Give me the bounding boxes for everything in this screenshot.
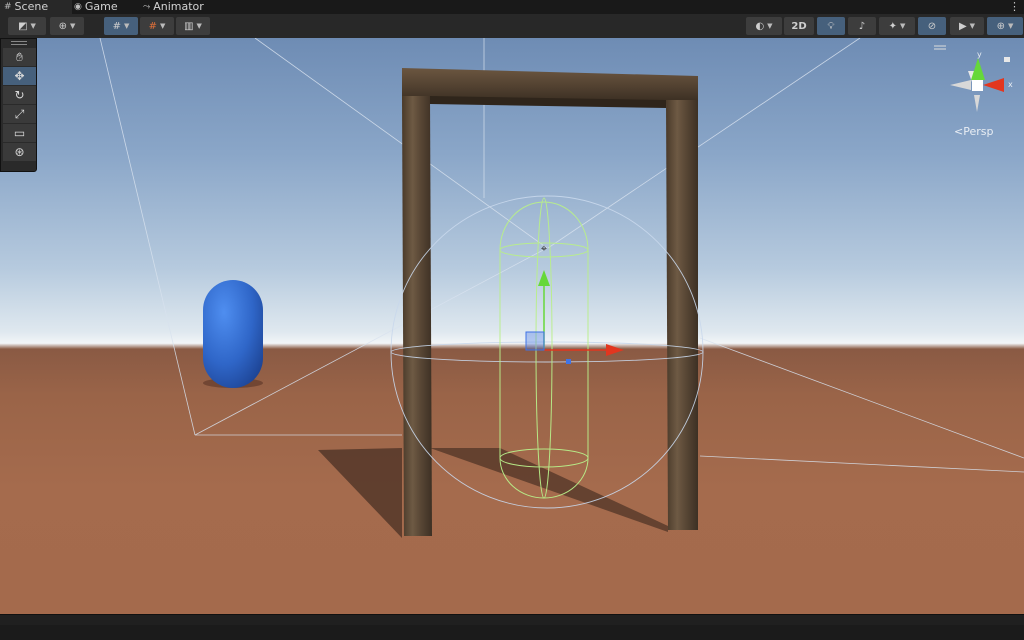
- tab-game-label: Game: [84, 0, 118, 13]
- transform-icon: ⊛: [14, 145, 25, 159]
- globe-icon: ⊕: [58, 20, 67, 32]
- tab-animator-label: Animator: [153, 0, 204, 13]
- chevron-down-icon: ▼: [1008, 22, 1014, 30]
- chevron-down-icon: ▼: [124, 22, 130, 30]
- grid-visibility-icon: ▥: [184, 20, 194, 32]
- door-shadow-left: [318, 448, 402, 538]
- snap-increment-icon: #: [148, 20, 157, 32]
- rotate-tool-button[interactable]: ↻: [3, 86, 36, 104]
- projection-label: Persp: [963, 125, 994, 138]
- speaker-icon: ♪: [858, 20, 866, 32]
- chevron-down-icon: ▼: [70, 22, 76, 30]
- bottom-panel-bar: [0, 614, 1024, 640]
- gamepad-icon: ◉: [74, 2, 82, 12]
- gizmo-neg-x-cone[interactable]: [950, 80, 971, 90]
- camera-icon: ▶: [958, 20, 967, 32]
- gizmo-y-label: y: [977, 50, 982, 59]
- gizmo-x-cone[interactable]: [983, 78, 1004, 92]
- tab-game[interactable]: ◉ Game: [74, 0, 134, 14]
- pivot-icon: ⌖: [541, 242, 547, 255]
- bottom-panel-strip: [0, 625, 1024, 640]
- move-arrows-icon: ✥: [14, 69, 25, 83]
- hand-tool-button[interactable]: ✋︎: [3, 48, 36, 66]
- orientation-gizmo[interactable]: [934, 45, 1010, 112]
- effects-icon: ✦: [888, 20, 897, 32]
- move-tool-button[interactable]: ✥: [3, 67, 36, 85]
- gizmos-globe-icon: ⊕: [996, 20, 1005, 32]
- xy-plane-handle[interactable]: [525, 331, 545, 351]
- grid-snap-icon: #: [112, 20, 121, 32]
- z-axis-handle[interactable]: [566, 359, 571, 364]
- gizmos-dropdown[interactable]: ⊕ ▼: [987, 17, 1023, 35]
- projection-toggle[interactable]: <Persp: [954, 125, 993, 138]
- scene-visibility-toggle[interactable]: ⊘: [918, 17, 946, 35]
- camera-settings-dropdown[interactable]: ▶ ▼: [950, 17, 984, 35]
- chevron-down-icon: ▼: [900, 22, 906, 30]
- two-d-toggle[interactable]: 2D: [784, 17, 814, 35]
- transform-tool-button[interactable]: ⊛: [3, 143, 36, 161]
- global-local-dropdown[interactable]: ⊕ ▼: [50, 17, 84, 35]
- scene-viewport[interactable]: ⌖: [0, 38, 1024, 614]
- chevron-down-icon: ▼: [30, 22, 36, 30]
- audio-toggle[interactable]: ♪: [848, 17, 876, 35]
- gizmo-x-label: x: [1008, 80, 1013, 89]
- draw-mode-icon: ◩: [18, 20, 28, 32]
- chevron-down-icon: ▼: [196, 22, 202, 30]
- scene-toolbar: ◩ ▼ ⊕ ▼ # ▼ # ▼ ▥ ▼ ◐ ▼ 2D 💡︎ ♪ ✦ ▼ ⊘ ▶ ▼ ⊕ ▼: [0, 14, 1024, 39]
- eye-slash-icon: ⊘: [927, 20, 937, 32]
- tools-overlay-panel: ✋︎ ✥ ↻ ⤢ ▭ ⊛: [0, 38, 37, 172]
- chevron-down-icon: ▼: [160, 22, 166, 30]
- rect-tool-button[interactable]: ▭: [3, 124, 36, 142]
- grid-hash-icon: #: [4, 2, 12, 12]
- move-tool-gizmo[interactable]: ⌖: [525, 242, 624, 364]
- scale-icon: ⤢: [14, 106, 25, 121]
- grid-visibility-dropdown[interactable]: ▥ ▼: [176, 17, 210, 35]
- tab-scene-label: Scene: [14, 0, 49, 13]
- gizmo-neg-y-cone[interactable]: [974, 95, 980, 112]
- rect-transform-icon: ▭: [13, 126, 26, 140]
- more-options-icon[interactable]: ⋮: [1009, 0, 1020, 14]
- draw-mode-dropdown[interactable]: ◩ ▼: [8, 17, 46, 35]
- gizmo-center-cube[interactable]: [972, 80, 983, 91]
- y-axis-arrow-icon[interactable]: [538, 270, 550, 286]
- shading-sphere-icon: ◐: [755, 20, 765, 32]
- projection-icon: <: [954, 125, 964, 138]
- grid-snapping-toggle[interactable]: # ▼: [104, 17, 138, 35]
- blue-capsule[interactable]: [203, 280, 263, 388]
- gizmo-z-dot[interactable]: [1004, 57, 1010, 62]
- lightbulb-icon: 💡︎: [827, 20, 835, 32]
- chevron-down-icon: ▼: [969, 22, 976, 30]
- two-d-label: 2D: [791, 20, 807, 32]
- lighting-toggle[interactable]: 💡︎: [817, 17, 845, 35]
- panel-drag-handle[interactable]: [1, 39, 36, 47]
- shading-mode-dropdown[interactable]: ◐ ▼: [746, 17, 782, 35]
- scale-tool-button[interactable]: ⤢: [3, 105, 36, 123]
- animator-icon: ⤳: [143, 2, 151, 12]
- x-axis-arrow-icon[interactable]: [606, 344, 624, 356]
- chevron-down-icon: ▼: [767, 22, 773, 30]
- increment-snap-dropdown[interactable]: # ▼: [140, 17, 174, 35]
- effects-dropdown[interactable]: ✦ ▼: [879, 17, 915, 35]
- tab-animator[interactable]: ⤳ Animator: [143, 0, 223, 14]
- window-tab-bar: # Scene ◉ Game ⤳ Animator ⋮: [0, 0, 1024, 14]
- scene-render: ⌖: [99, 38, 1024, 538]
- gizmo-y-cone[interactable]: [971, 58, 985, 80]
- tab-scene[interactable]: # Scene: [0, 0, 72, 14]
- rotate-icon: ↻: [14, 88, 25, 102]
- hand-icon: ✋︎: [16, 49, 23, 64]
